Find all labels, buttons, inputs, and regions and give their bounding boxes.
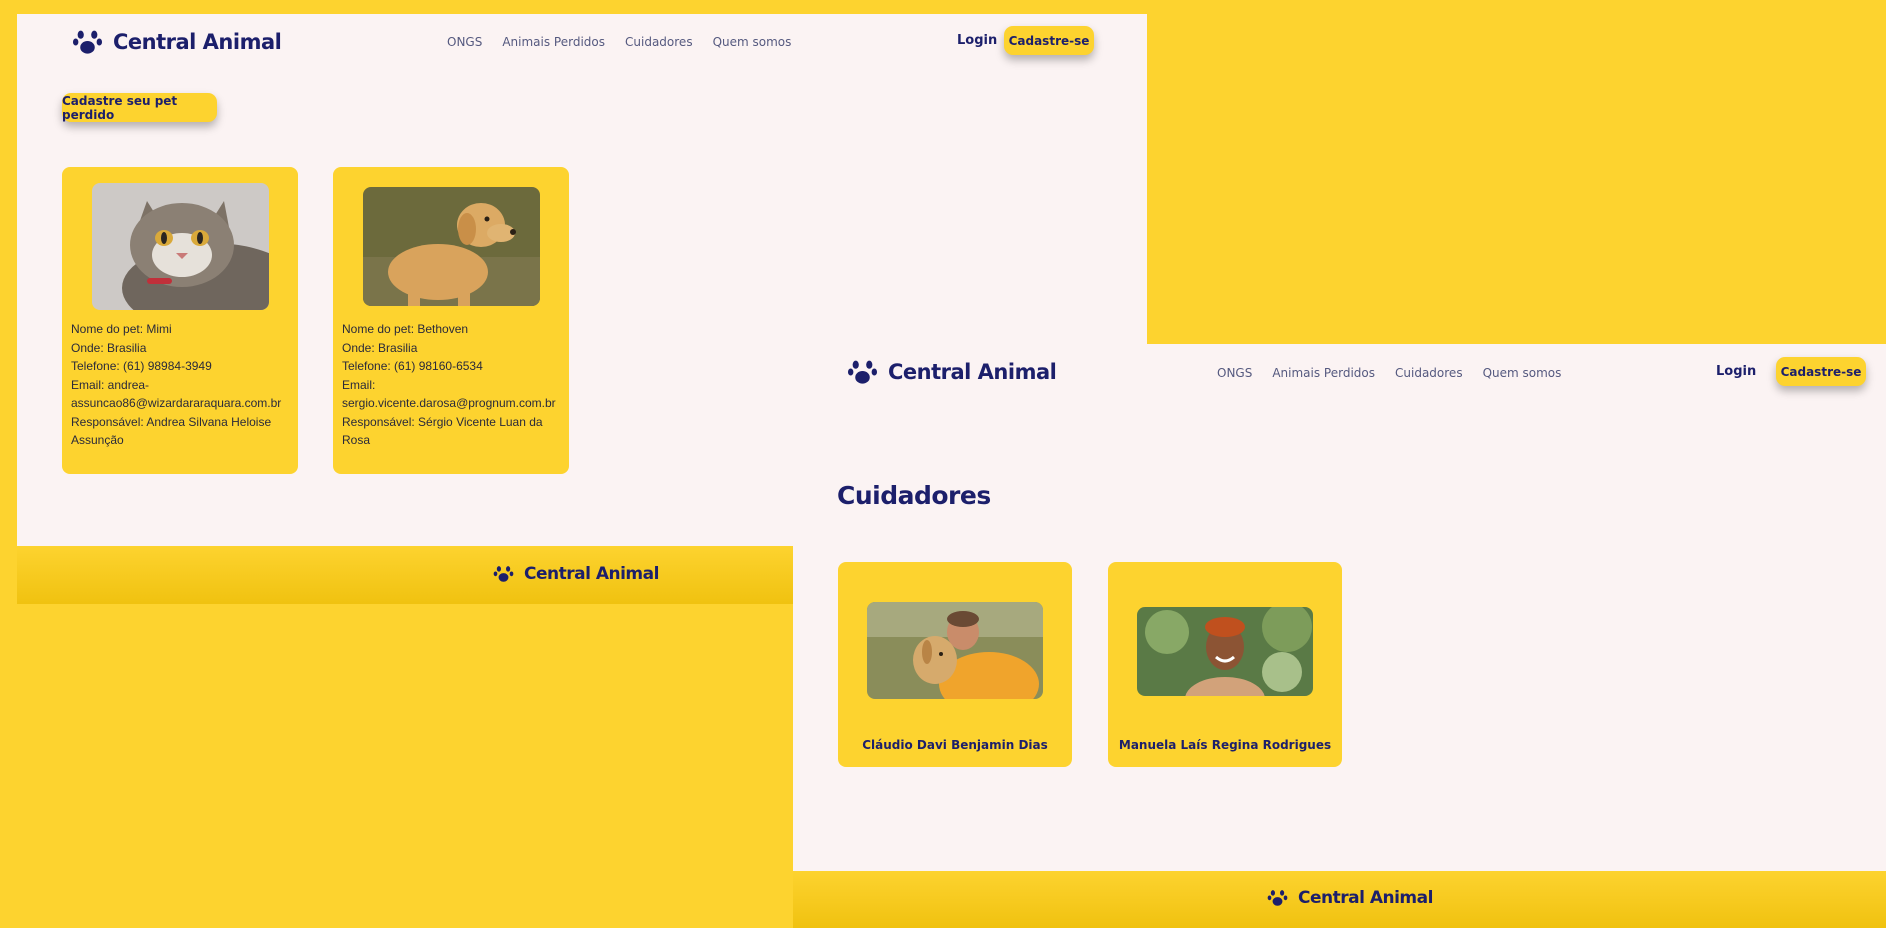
page-title: Cuidadores	[837, 481, 991, 510]
signup-button[interactable]: Cadastre-se	[1004, 26, 1094, 55]
nav-link-quem-somos[interactable]: Quem somos	[713, 35, 792, 49]
pet-info-line: Nome do pet: Bethoven	[342, 322, 469, 336]
nav-link-ongs[interactable]: ONGS	[1217, 366, 1252, 380]
pet-info-line: Responsável: Andrea Silvana Heloise	[71, 414, 272, 429]
brand-name: Central Animal	[888, 359, 1057, 384]
pet-info-line: Responsável: Sérgio Vicente Luan da	[342, 414, 543, 429]
footer-brand-name: Central Animal	[1298, 887, 1433, 908]
paw-icon	[72, 30, 103, 54]
pet-info-line: Nome do pet: Mimi	[71, 322, 172, 336]
pet-info-line: Onde: Brasilia	[342, 340, 418, 355]
paw-icon	[1267, 890, 1288, 906]
caregiver-card[interactable]: Cláudio Davi Benjamin Dias	[838, 562, 1072, 767]
login-link[interactable]: Login	[957, 33, 997, 48]
brand-name: Central Animal	[113, 29, 282, 54]
pet-info-line: assuncao86@wizardararaquara.com.br	[71, 396, 282, 410]
login-link[interactable]: Login	[1716, 364, 1756, 379]
nav-link-cuidadores[interactable]: Cuidadores	[1395, 366, 1463, 380]
navbar: Central Animal ONGS Animais Perdidos Cui…	[17, 14, 1147, 70]
pet-info-line: Email: andrea-	[71, 377, 150, 392]
brand-logo[interactable]: Central Animal	[847, 356, 1057, 387]
caregivers-screen: Central Animal ONGS Animais Perdidos Cui…	[793, 344, 1886, 928]
nav-links: ONGS Animais Perdidos Cuidadores Quem so…	[1217, 366, 1561, 380]
footer: Central Animal	[793, 871, 1886, 928]
pet-info-line: sergio.vicente.darosa@prognum.com.br	[342, 396, 556, 410]
pet-info-line: Email:	[342, 377, 376, 392]
smiling-woman-photo	[1137, 607, 1313, 696]
caregiver-name: Manuela Laís Regina Rodrigues	[1118, 738, 1332, 752]
footer-logo: Central Animal	[1267, 887, 1433, 908]
pet-info-line: Assunção	[71, 433, 124, 447]
brand-logo[interactable]: Central Animal	[72, 26, 282, 57]
nav-link-quem-somos[interactable]: Quem somos	[1483, 366, 1562, 380]
navbar: Central Animal ONGS Animais Perdidos Cui…	[793, 344, 1886, 400]
pet-info-line: Telefone: (61) 98160-6534	[342, 359, 483, 373]
register-lost-pet-button[interactable]: Cadastre seu pet perdido	[62, 93, 217, 122]
nav-link-animais-perdidos[interactable]: Animais Perdidos	[502, 35, 605, 49]
golden-retriever-photo	[363, 187, 540, 306]
footer-logo: Central Animal	[493, 563, 659, 584]
caregiver-card[interactable]: Manuela Laís Regina Rodrigues	[1108, 562, 1342, 767]
pet-info-line: Onde: Brasilia	[71, 340, 147, 355]
caregiver-name: Cláudio Davi Benjamin Dias	[862, 738, 1048, 752]
man-hugging-dog-photo	[867, 602, 1043, 699]
pet-info-line: Telefone: (61) 98984-3949	[71, 359, 212, 373]
paw-icon	[493, 566, 514, 582]
nav-link-animais-perdidos[interactable]: Animais Perdidos	[1272, 366, 1375, 380]
paw-icon	[847, 360, 878, 384]
tabby-cat-photo	[92, 183, 269, 310]
footer-brand-name: Central Animal	[524, 563, 659, 584]
pet-card: Nome do pet: Mimi Onde: Brasilia Telefon…	[62, 167, 298, 474]
pet-info: Nome do pet: Bethoven Onde: Brasilia Tel…	[342, 320, 556, 450]
nav-links: ONGS Animais Perdidos Cuidadores Quem so…	[447, 35, 791, 49]
pet-info-line: Rosa	[342, 433, 371, 447]
nav-link-cuidadores[interactable]: Cuidadores	[625, 35, 693, 49]
pet-card: Nome do pet: Bethoven Onde: Brasilia Tel…	[333, 167, 569, 474]
signup-button[interactable]: Cadastre-se	[1776, 357, 1866, 386]
pet-info: Nome do pet: Mimi Onde: Brasilia Telefon…	[71, 320, 281, 450]
nav-link-ongs[interactable]: ONGS	[447, 35, 482, 49]
